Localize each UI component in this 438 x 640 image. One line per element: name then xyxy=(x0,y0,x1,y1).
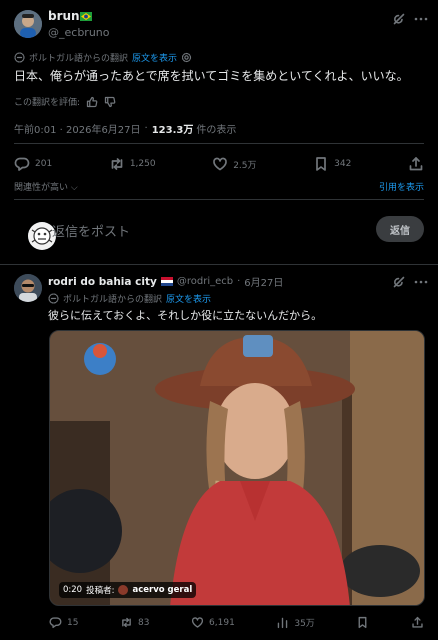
repost-count: 1,250 xyxy=(129,159,156,169)
bookmark-icon xyxy=(358,616,367,629)
translation-note: ポルトガル語からの翻訳 xyxy=(29,54,129,64)
share-icon xyxy=(409,157,423,171)
view-quotes-link[interactable]: 引用を表示 xyxy=(379,180,424,193)
reply-count: 15 xyxy=(67,617,79,628)
more-options-icon[interactable] xyxy=(413,11,429,27)
reply-post: rodri do bahia city @rodri_ecb · 6月27日 ポ… xyxy=(0,266,438,640)
reply-header: rodri do bahia city @rodri_ecb · 6月27日 xyxy=(48,274,283,290)
share-action[interactable] xyxy=(408,156,424,172)
thumbs-up-icon[interactable] xyxy=(86,96,98,108)
relevance-sort-dropdown[interactable]: 関連性が高い ⌵ xyxy=(14,180,78,193)
heart-icon xyxy=(213,157,228,171)
translation-row: ポルトガル語からの翻訳 原文を表示 xyxy=(14,51,192,64)
main-post: bruno @_ecbruno ポルトガル語からの翻訳 原文を表示 日本、俺らが… xyxy=(0,0,438,265)
reply-action[interactable]: 201 xyxy=(14,156,52,172)
sort-row: 関連性が高い ⌵ 引用を表示 xyxy=(14,180,424,193)
relevance-sort-label: 関連性が高い xyxy=(14,183,69,193)
reply-icon xyxy=(14,157,30,171)
video-overlay: 0:20 投稿者: acervo geral xyxy=(59,582,197,598)
meta-separator: · xyxy=(237,276,241,287)
reply-count: 201 xyxy=(35,159,53,169)
reply-text: 彼らに伝えておくよ、それしか役に立たないんだから。 xyxy=(48,309,323,322)
like-count: 6,191 xyxy=(209,617,235,628)
reply-date[interactable]: 6月27日 xyxy=(244,274,283,289)
like-action[interactable]: 2.5万 xyxy=(212,156,257,172)
reply-actions: 15 83 6,191 35万 xyxy=(49,616,424,629)
divider xyxy=(14,199,424,200)
author-handle[interactable]: @_ecbruno xyxy=(48,26,110,39)
meta-separator: · xyxy=(144,123,148,134)
bookmark-count: 342 xyxy=(334,159,352,169)
views-count: 123.3万 xyxy=(151,125,194,136)
poster-label: 投稿者: xyxy=(86,586,115,596)
chevron-down-icon: ⌵ xyxy=(70,183,78,193)
show-original-link[interactable]: 原文を表示 xyxy=(166,292,211,305)
grok-icon[interactable] xyxy=(391,274,407,290)
repost-icon xyxy=(111,158,123,170)
post-actions: 201 1,250 2.5万 342 xyxy=(14,156,424,172)
translate-icon xyxy=(14,52,25,63)
reply-composer: 返信をポスト 返信 xyxy=(14,212,424,250)
repost-count: 83 xyxy=(138,617,150,628)
video-time: 0:20 xyxy=(63,585,83,595)
poster-name[interactable]: acervo geral xyxy=(132,585,192,595)
settings-icon[interactable] xyxy=(181,52,192,63)
more-options-icon[interactable] xyxy=(413,274,429,290)
share-icon xyxy=(412,616,423,628)
grok-icon[interactable] xyxy=(391,11,407,27)
show-original-link[interactable]: 原文を表示 xyxy=(132,51,177,64)
repost-icon xyxy=(122,617,131,628)
translation-row: ポルトガル語からの翻訳 原文を表示 xyxy=(48,292,211,305)
video-frame xyxy=(50,331,424,605)
reply-icon xyxy=(49,617,62,629)
netherlands-flag-icon xyxy=(160,277,173,286)
reply-author-name[interactable]: rodri do bahia city xyxy=(48,276,157,288)
translate-icon xyxy=(48,293,59,304)
post-timestamp[interactable]: 午前0:01 · 2026年6月27日 xyxy=(14,121,141,136)
views-count: 35万 xyxy=(294,619,315,629)
author-avatar[interactable] xyxy=(14,10,42,38)
post-meta: 午前0:01 · 2026年6月27日 · 123.3万 件の表示 xyxy=(14,121,236,136)
divider xyxy=(14,143,424,144)
like-count: 2.5万 xyxy=(233,160,257,171)
thumbs-down-icon[interactable] xyxy=(104,96,116,108)
like-action[interactable]: 6,191 xyxy=(191,616,235,629)
translation-note: ポルトガル語からの翻訳 xyxy=(63,295,163,305)
rate-translation-label: この翻訳を評価: xyxy=(14,98,81,108)
bookmark-action[interactable]: 342 xyxy=(313,156,351,172)
heart-icon xyxy=(191,617,204,628)
repost-action[interactable]: 83 xyxy=(120,616,149,629)
rate-translation-row: この翻訳を評価: xyxy=(14,95,116,108)
repost-action[interactable]: 1,250 xyxy=(109,156,156,172)
post-text: 日本、俺らが通ったあとで席を拭いてゴミを集めといてくれよ、いいな。 xyxy=(14,69,409,83)
reply-button[interactable]: 返信 xyxy=(376,216,424,242)
share-action[interactable] xyxy=(411,616,424,629)
analytics-icon xyxy=(278,617,288,629)
views-action[interactable]: 35万 xyxy=(276,616,315,629)
poster-avatar xyxy=(118,585,129,595)
reply-input[interactable]: 返信をポスト xyxy=(52,221,130,240)
reply-author-handle[interactable]: @rodri_ecb xyxy=(177,276,233,287)
reply-author-avatar[interactable] xyxy=(14,274,42,302)
bookmark-action[interactable] xyxy=(356,616,369,629)
views-label: 件の表示 xyxy=(196,125,237,136)
reply-action[interactable]: 15 xyxy=(49,616,78,629)
video-player[interactable]: 0:20 投稿者: acervo geral xyxy=(49,330,425,606)
bookmark-icon xyxy=(316,157,327,171)
brazil-flag-icon xyxy=(80,12,92,21)
